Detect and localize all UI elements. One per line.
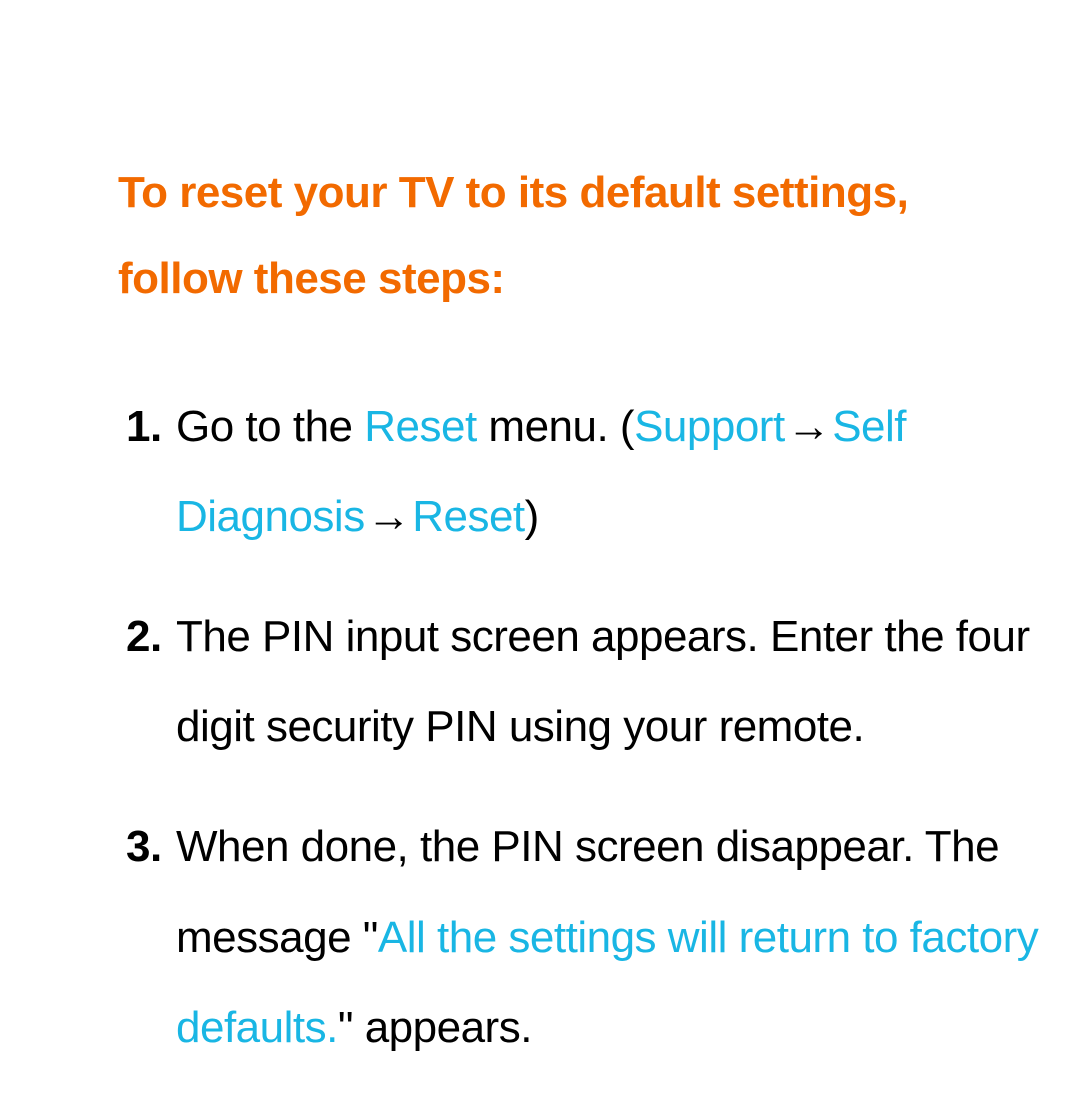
step-number: 3.: [126, 802, 162, 892]
step-text: The PIN input screen appears. Enter the …: [176, 612, 1030, 751]
intro-heading: To reset your TV to its default settings…: [118, 150, 1040, 322]
step-2: 2. The PIN input screen appears. Enter t…: [118, 592, 1040, 772]
menu-path-reset: Reset: [412, 492, 524, 541]
step-number: 1.: [126, 382, 162, 472]
arrow-right-icon: →: [785, 382, 833, 472]
step-3: 3. When done, the PIN screen disappear. …: [118, 802, 1040, 1073]
step-text: ): [525, 492, 539, 541]
menu-path-support: Support: [634, 402, 785, 451]
menu-term-reset: Reset: [364, 402, 476, 451]
step-text: " appears.: [338, 1003, 532, 1052]
steps-list: 1. Go to the Reset menu. (Support → Self…: [118, 382, 1040, 1073]
manual-page: To reset your TV to its default settings…: [0, 0, 1080, 1073]
step-number: 2.: [126, 592, 162, 682]
arrow-right-icon: →: [365, 472, 413, 562]
step-1: 1. Go to the Reset menu. (Support → Self…: [118, 382, 1040, 562]
step-text: Go to the: [176, 402, 364, 451]
step-text: menu. (: [477, 402, 634, 451]
